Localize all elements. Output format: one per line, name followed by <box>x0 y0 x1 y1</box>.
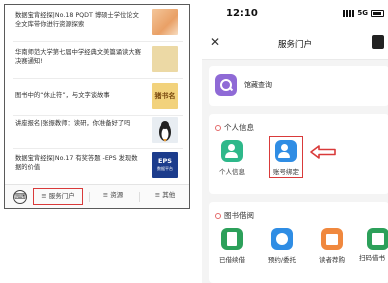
section-dot-icon <box>215 213 221 219</box>
section-header: 图书借阅 <box>215 210 254 221</box>
article-item[interactable]: 讲座报名|张振教师：读研，你准备好了吗 <box>10 117 186 145</box>
menu-other[interactable]: ≡ 其他 <box>145 188 185 205</box>
catalog-query-card[interactable]: 馆藏查询 <box>209 66 388 106</box>
catalog-query-label: 馆藏查询 <box>244 81 272 89</box>
service-portal-screen: 12:10 5G ✕ 服务门户 馆藏查询 个人信息 个人信息 账号绑定 图书借阅 <box>202 0 388 283</box>
section-title: 个人信息 <box>224 123 254 132</box>
personal-info-label: 个人信息 <box>219 168 245 176</box>
annotation-arrow-icon <box>310 145 336 159</box>
divider <box>13 41 183 42</box>
keyboard-icon[interactable]: ⌨ <box>13 190 27 204</box>
divider <box>13 78 183 79</box>
status-indicators: 5G <box>343 9 384 17</box>
divider <box>13 148 183 149</box>
article-item[interactable]: 图书中的“休止符”，与文字谈故事 猪书名 <box>10 83 186 111</box>
book-borrow-section: 图书借阅 已借续借 预约/委托 读者荐购 扫码借书 <box>209 202 388 283</box>
more-icon[interactable] <box>372 35 384 49</box>
divider <box>139 192 140 202</box>
signal-icon <box>343 9 355 17</box>
article-title: 数据宝背经探|No.18 PQDT 博硕士学位论文全文库带你进行资源探索 <box>15 12 139 28</box>
reserve-label: 预约/委托 <box>267 256 297 264</box>
account-bind-icon[interactable] <box>275 140 297 162</box>
borrowed-renew-label: 已借续借 <box>219 256 245 264</box>
page-title: 服务门户 <box>277 40 312 50</box>
recommend-label: 读者荐购 <box>319 256 345 264</box>
search-icon <box>215 74 237 96</box>
thumbnail-text: 猪书名 <box>154 92 176 100</box>
article-item[interactable]: 数据宝背经探|No.17 有奖答题 -EPS 发现数据的价值 EPS 数据平台 <box>10 152 186 180</box>
article-thumbnail <box>152 9 178 35</box>
divider <box>89 192 90 202</box>
scan-icon[interactable] <box>367 228 388 250</box>
article-title: 数据宝背经探|No.17 有奖答题 -EPS 发现数据的价值 <box>15 155 138 171</box>
section-title: 图书借阅 <box>224 211 254 220</box>
article-title: 讲座报名|张振教师：读研，你准备好了吗 <box>15 120 131 127</box>
menu-bar: ⌨ ≡ 服务门户 ≡ 资源 ≡ 其他 <box>5 184 189 208</box>
section-header: 个人信息 <box>215 122 254 133</box>
article-thumbnail <box>152 46 178 72</box>
article-title: 图书中的“休止符”，与文字谈故事 <box>15 92 110 99</box>
recommend-icon[interactable] <box>321 228 343 250</box>
network-type: 5G <box>357 9 368 17</box>
account-bind-label: 账号绑定 <box>273 168 299 176</box>
article-thumbnail <box>152 117 178 143</box>
article-item[interactable]: 数据宝背经探|No.18 PQDT 博硕士学位论文全文库带你进行资源探索 <box>10 9 186 37</box>
menu-service-portal[interactable]: ≡ 服务门户 <box>33 188 83 205</box>
penguin-icon <box>159 121 171 142</box>
book-icon[interactable] <box>221 228 243 250</box>
status-time: 12:10 <box>226 8 258 19</box>
battery-icon <box>371 9 384 17</box>
divider <box>13 115 183 116</box>
article-list-panel: 数据宝背经探|No.18 PQDT 博硕士学位论文全文库带你进行资源探索 华南师… <box>4 4 190 209</box>
section-dot-icon <box>215 125 221 131</box>
thumbnail-subtext: 数据平台 <box>157 166 173 171</box>
nav-bar: ✕ 服务门户 <box>202 28 388 60</box>
status-bar: 12:10 5G <box>202 0 388 28</box>
scan-borrow-label: 扫码借书 <box>359 254 385 262</box>
thumbnail-text: EPS <box>158 157 172 165</box>
article-item[interactable]: 华南师范大学第七届中学经典文美篇诵读大赛决赛通知! <box>10 46 186 74</box>
personal-info-section: 个人信息 个人信息 账号绑定 <box>209 114 388 194</box>
menu-resources[interactable]: ≡ 资源 <box>93 188 133 205</box>
user-icon[interactable] <box>221 140 243 162</box>
article-thumbnail: EPS 数据平台 <box>152 152 178 178</box>
article-thumbnail: 猪书名 <box>152 83 178 109</box>
reserve-icon[interactable] <box>271 228 293 250</box>
article-title: 华南师范大学第七届中学经典文美篇诵读大赛决赛通知! <box>15 49 141 65</box>
